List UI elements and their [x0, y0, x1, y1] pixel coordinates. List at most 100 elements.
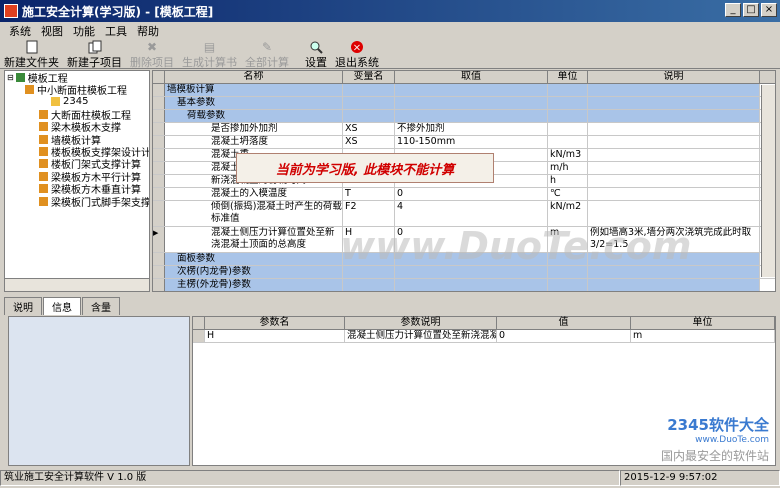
row-indicator — [153, 123, 165, 135]
cell-var: T — [343, 188, 395, 200]
toolbar: 新建文件夹 新建子项目 ✖ 删除项目 ▤ 生成计算书 ✎ 全部计算 设置 × 退… — [0, 39, 780, 69]
row-indicator — [153, 97, 165, 109]
cell-name: 次楞(内龙骨)参数 — [165, 266, 343, 278]
learning-version-message: 当前为学习版, 此模块不能计算 — [236, 153, 494, 183]
tree-horizontal-scrollbar[interactable] — [5, 278, 149, 291]
exit-label: 退出系统 — [335, 56, 379, 69]
tree-item-label: 2345 — [63, 96, 89, 108]
cell-unit: h — [548, 175, 588, 187]
status-datetime: 2015-12-9 9:57:02 — [620, 470, 780, 486]
book-icon — [39, 109, 48, 119]
grid-row[interactable]: 墙模板计算 — [153, 84, 775, 97]
book-icon — [39, 196, 48, 206]
cell-name: 混凝土坍落度 — [165, 136, 343, 148]
header-unit[interactable]: 单位 — [548, 71, 588, 83]
cell-value: 不掺外加剂 — [395, 123, 548, 135]
book-icon — [25, 85, 34, 95]
delete-item-button[interactable]: ✖ 删除项目 — [126, 39, 178, 69]
cell-desc — [588, 162, 760, 174]
header-variable[interactable]: 变量名 — [343, 71, 395, 83]
grid-vertical-scrollbar[interactable] — [761, 85, 775, 277]
row-indicator — [153, 201, 165, 226]
row-indicator — [153, 162, 165, 174]
maximize-button[interactable]: □ — [743, 3, 759, 17]
grid-row[interactable]: 荷载参数 — [153, 110, 775, 123]
new-folder-label: 新建文件夹 — [4, 56, 59, 69]
project-tree: ⊟ 模板工程 中小断面柱模板工程 2345 大断面柱模板工程 梁木模板木支撑 墙… — [4, 70, 150, 292]
row-indicator — [153, 266, 165, 278]
grid-row[interactable]: 基本参数 — [153, 97, 775, 110]
header-description[interactable]: 说明 — [588, 71, 760, 83]
menu-bar: 系统 视图 功能 工具 帮助 — [0, 22, 780, 39]
folder-icon — [15, 72, 25, 82]
compute-all-button[interactable]: ✎ 全部计算 — [241, 39, 293, 69]
brand-site: www.DuoTe.com — [695, 435, 769, 445]
settings-label: 设置 — [305, 56, 327, 69]
new-subproject-label: 新建子项目 — [67, 56, 122, 69]
settings-button[interactable]: 设置 — [301, 39, 331, 69]
detail-row[interactable]: H 混凝土侧压力计算位置处至新浇混凝 0 m — [193, 330, 775, 343]
compute-all-label: 全部计算 — [245, 56, 289, 69]
cell-unit: ℃ — [548, 188, 588, 200]
header-name[interactable]: 名称 — [165, 71, 343, 83]
row-indicator — [153, 149, 165, 161]
grid-row[interactable]: 混凝土的入模温度 T 0 ℃ — [153, 188, 775, 201]
menu-tools[interactable]: 工具 — [100, 23, 132, 39]
collapse-icon[interactable]: ⊟ — [7, 73, 14, 82]
cell-desc — [588, 279, 760, 291]
cell-value — [395, 279, 548, 291]
menu-help[interactable]: 帮助 — [132, 23, 164, 39]
cell-var — [343, 110, 395, 122]
minimize-button[interactable]: _ — [725, 3, 741, 17]
tree-item[interactable]: 中小断面柱模板工程 — [5, 83, 149, 97]
tree-item[interactable]: 梁模板门式脚手架支撑 — [5, 195, 150, 209]
cell-var — [343, 279, 395, 291]
detail-header-value[interactable]: 值 — [497, 317, 631, 329]
cell-unit — [548, 279, 588, 291]
new-subproject-icon — [87, 40, 103, 54]
new-subproject-button[interactable]: 新建子项目 — [63, 39, 126, 69]
menu-function[interactable]: 功能 — [68, 23, 100, 39]
cell-unit: kN/m3 — [548, 149, 588, 161]
tree-item-label: 梁模板门式脚手架支撑 — [51, 197, 150, 209]
detail-header-param-name[interactable]: 参数名 — [205, 317, 345, 329]
generate-book-button[interactable]: ▤ 生成计算书 — [178, 39, 241, 69]
book-icon — [39, 122, 48, 132]
book-icon — [39, 171, 48, 181]
cell-unit: kN/m2 — [548, 201, 588, 226]
grid-row[interactable]: 主楞(外龙骨)参数 — [153, 279, 775, 291]
new-folder-icon — [24, 40, 40, 54]
generate-book-label: 生成计算书 — [182, 56, 237, 69]
cell-name: 墙模板计算 — [165, 84, 343, 96]
pencil-icon: ✎ — [261, 40, 273, 54]
menu-view[interactable]: 视图 — [36, 23, 68, 39]
cell-value — [395, 97, 548, 109]
menu-system[interactable]: 系统 — [4, 23, 36, 39]
cell-name: 荷载参数 — [165, 110, 343, 122]
cell-name: 混凝土侧压力计算位置处至新浇混凝土顶面的总高度 — [165, 227, 343, 252]
detail-cell-value: 0 — [497, 330, 631, 342]
cell-unit — [548, 110, 588, 122]
cell-var — [343, 97, 395, 109]
grid-row[interactable]: 是否掺加外加剂 XS 不掺外加剂 — [153, 123, 775, 136]
cell-desc — [588, 97, 760, 109]
watermark: www.DuoTe.com — [340, 224, 692, 268]
delete-item-label: 删除项目 — [130, 56, 174, 69]
detail-header-indicator — [193, 317, 205, 329]
new-folder-button[interactable]: 新建文件夹 — [0, 39, 63, 69]
exit-button[interactable]: × 退出系统 — [331, 39, 383, 69]
tab-description[interactable]: 说明 — [4, 297, 42, 315]
cell-var: F2 — [343, 201, 395, 226]
cell-name: 主楞(外龙骨)参数 — [165, 279, 343, 291]
row-indicator: ▶ — [153, 227, 165, 252]
window-title: 施工安全计算(学习版) - [模板工程] — [22, 4, 214, 19]
grid-row[interactable]: 混凝土坍落度 XS 110-150mm — [153, 136, 775, 149]
brand-name: 2345软件大全 — [667, 416, 769, 434]
tab-content[interactable]: 含量 — [82, 297, 120, 315]
header-value[interactable]: 取值 — [395, 71, 548, 83]
close-button[interactable]: × — [761, 3, 777, 17]
detail-header-param-desc[interactable]: 参数说明 — [345, 317, 497, 329]
detail-header-unit[interactable]: 单位 — [631, 317, 775, 329]
tab-info[interactable]: 信息 — [43, 297, 81, 315]
cell-unit — [548, 136, 588, 148]
